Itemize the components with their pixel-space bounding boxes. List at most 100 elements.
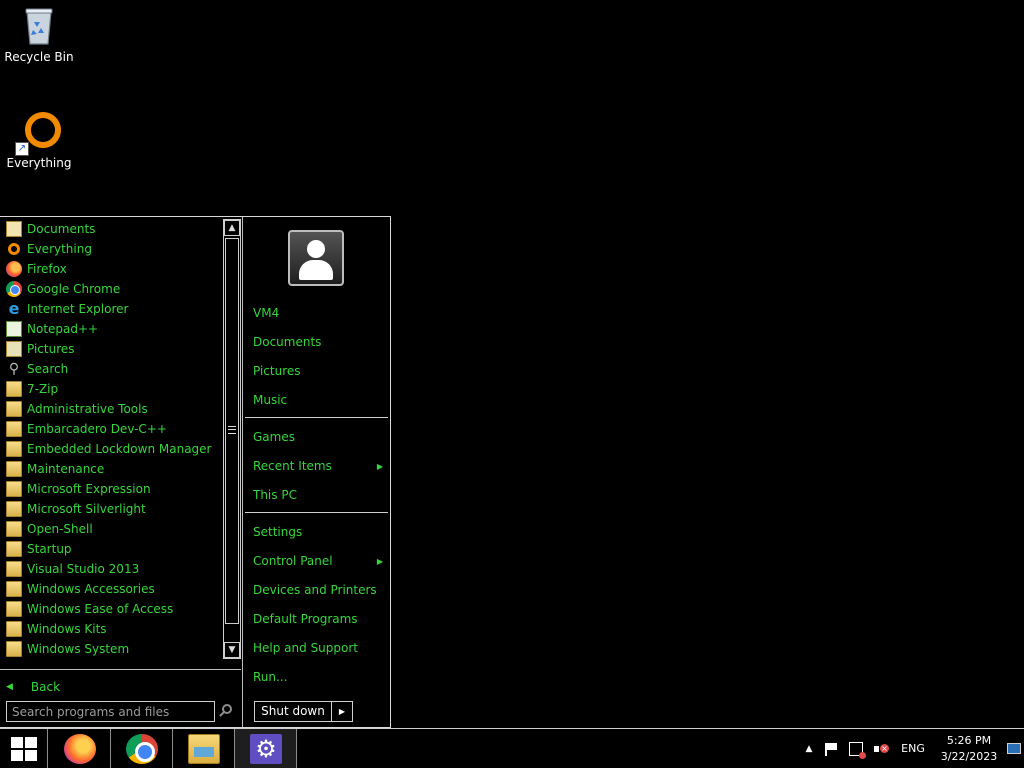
taskbar-file-explorer-button[interactable] bbox=[173, 729, 235, 768]
program-item-google-chrome[interactable]: Google Chrome bbox=[0, 279, 222, 299]
scroll-thumb[interactable] bbox=[225, 238, 239, 624]
search-input[interactable] bbox=[6, 701, 215, 722]
program-item-internet-explorer[interactable]: e Internet Explorer bbox=[0, 299, 222, 319]
right-item-label: Default Programs bbox=[253, 612, 358, 626]
program-label: Startup bbox=[27, 542, 72, 556]
folder-icon bbox=[6, 461, 22, 477]
program-label: 7-Zip bbox=[27, 382, 59, 396]
action-center-flag-icon[interactable] bbox=[823, 729, 839, 768]
folder-icon bbox=[6, 441, 22, 457]
user-name-label: VM4 bbox=[253, 306, 280, 320]
program-item-pictures[interactable]: Pictures bbox=[0, 339, 222, 359]
program-item-firefox[interactable]: Firefox bbox=[0, 259, 222, 279]
program-folder-visual-studio-2013[interactable]: Visual Studio 2013 bbox=[0, 559, 222, 579]
program-folder-microsoft-expression[interactable]: Microsoft Expression bbox=[0, 479, 222, 499]
start-button[interactable] bbox=[0, 729, 48, 768]
right-item-settings[interactable]: Settings bbox=[253, 522, 383, 542]
program-folder-windows-ease-of-access[interactable]: Windows Ease of Access bbox=[0, 599, 222, 619]
right-item-this-pc[interactable]: This PC bbox=[253, 485, 383, 505]
shutdown-button[interactable]: Shut down bbox=[254, 701, 332, 722]
recycle-bin-label: Recycle Bin bbox=[4, 50, 74, 64]
right-item-run[interactable]: Run... bbox=[253, 667, 383, 687]
back-label: Back bbox=[30, 680, 61, 694]
shutdown-group: Shut down ▶ bbox=[254, 701, 353, 722]
everything-label: Everything bbox=[6, 156, 72, 170]
chevron-up-icon: ▲ bbox=[228, 223, 236, 233]
user-avatar[interactable] bbox=[288, 230, 344, 286]
taskbar-firefox-button[interactable] bbox=[49, 729, 111, 768]
program-label: Open-Shell bbox=[27, 522, 93, 536]
volume-muted-icon[interactable] bbox=[872, 729, 890, 768]
desktop-icon-everything[interactable]: ↗ Everything bbox=[1, 112, 77, 170]
folder-icon bbox=[6, 381, 22, 397]
scroll-grip-icon bbox=[228, 426, 236, 434]
program-folder-startup[interactable]: Startup bbox=[0, 539, 222, 559]
right-item-label: Recent Items bbox=[253, 459, 332, 473]
scroll-up-button[interactable]: ▲ bbox=[224, 220, 240, 236]
folder-icon bbox=[6, 401, 22, 417]
taskbar-chrome-button[interactable] bbox=[111, 729, 173, 768]
everything-icon bbox=[8, 243, 20, 255]
program-folder-embedded-lockdown-manager[interactable]: Embedded Lockdown Manager bbox=[0, 439, 222, 459]
desktop-icon-recycle-bin[interactable]: Recycle Bin bbox=[1, 6, 77, 64]
program-item-notepad-plus-plus[interactable]: Notepad++ bbox=[0, 319, 222, 339]
program-folder-administrative-tools[interactable]: Administrative Tools bbox=[0, 399, 222, 419]
notepad-icon bbox=[6, 321, 22, 337]
right-item-label: Pictures bbox=[253, 364, 301, 378]
folder-icon bbox=[6, 521, 22, 537]
submenu-arrow-icon: ▶ bbox=[376, 461, 383, 471]
show-hidden-icons-button[interactable]: ▲ bbox=[802, 729, 816, 768]
right-item-pictures[interactable]: Pictures bbox=[253, 361, 383, 381]
shutdown-options-button[interactable]: ▶ bbox=[332, 701, 353, 722]
program-folder-open-shell[interactable]: Open-Shell bbox=[0, 519, 222, 539]
network-icon[interactable] bbox=[848, 729, 866, 768]
right-item-music[interactable]: Music bbox=[253, 390, 383, 410]
show-desktop-button[interactable] bbox=[1004, 729, 1024, 768]
program-folder-maintenance[interactable]: Maintenance bbox=[0, 459, 222, 479]
clock[interactable]: 5:26 PM 3/22/2023 bbox=[938, 729, 1000, 768]
right-item-label: Documents bbox=[253, 335, 322, 349]
clock-time: 5:26 PM bbox=[946, 733, 992, 747]
right-item-default-programs[interactable]: Default Programs bbox=[253, 609, 383, 629]
back-button[interactable]: ◀ Back bbox=[6, 679, 60, 695]
taskbar-settings-button[interactable]: ⚙ bbox=[235, 729, 297, 768]
input-language-indicator[interactable]: ENG bbox=[898, 729, 928, 768]
right-item-label: This PC bbox=[253, 488, 297, 502]
right-item-label: Games bbox=[253, 430, 295, 444]
right-pane-separator bbox=[245, 512, 388, 513]
program-folder-windows-kits[interactable]: Windows Kits bbox=[0, 619, 222, 639]
search-icon[interactable] bbox=[218, 703, 234, 719]
folder-icon bbox=[6, 621, 22, 637]
scroll-down-button[interactable]: ▼ bbox=[224, 642, 240, 658]
program-folder-embarcadero-dev-cpp[interactable]: Embarcadero Dev-C++ bbox=[0, 419, 222, 439]
program-label: Windows Accessories bbox=[27, 582, 155, 596]
right-item-documents[interactable]: Documents bbox=[253, 332, 383, 352]
right-item-help-and-support[interactable]: Help and Support bbox=[253, 638, 383, 658]
program-folder-microsoft-silverlight[interactable]: Microsoft Silverlight bbox=[0, 499, 222, 519]
right-item-user[interactable]: VM4 bbox=[253, 303, 383, 323]
programs-scrollbar[interactable]: ▲ ▼ bbox=[223, 219, 241, 659]
program-label: Administrative Tools bbox=[27, 402, 148, 416]
program-folder-windows-system[interactable]: Windows System bbox=[0, 639, 222, 659]
program-item-everything[interactable]: Everything bbox=[0, 239, 222, 259]
program-item-documents[interactable]: Documents bbox=[0, 219, 222, 239]
chevron-right-icon: ▶ bbox=[338, 707, 346, 716]
right-item-games[interactable]: Games bbox=[253, 427, 383, 447]
program-item-search[interactable]: ⚲ Search bbox=[0, 359, 222, 379]
program-label: Everything bbox=[27, 242, 92, 256]
folder-icon bbox=[6, 561, 22, 577]
right-item-control-panel[interactable]: Control Panel ▶ bbox=[253, 551, 383, 571]
folder-icon bbox=[6, 421, 22, 437]
program-folder-windows-accessories[interactable]: Windows Accessories bbox=[0, 579, 222, 599]
right-item-recent-items[interactable]: Recent Items ▶ bbox=[253, 456, 383, 476]
program-label: Notepad++ bbox=[27, 322, 99, 336]
right-pane-separator bbox=[245, 417, 388, 418]
right-item-devices-and-printers[interactable]: Devices and Printers bbox=[253, 580, 383, 600]
internet-explorer-icon: e bbox=[8, 299, 20, 318]
program-label: Search bbox=[27, 362, 69, 376]
programs-pane: Documents Everything Firefox Google Chro… bbox=[0, 217, 243, 727]
program-folder-7zip[interactable]: 7-Zip bbox=[0, 379, 222, 399]
right-item-label: Music bbox=[253, 393, 288, 407]
program-label: Windows Ease of Access bbox=[27, 602, 174, 616]
chevron-up-icon: ▲ bbox=[805, 743, 813, 754]
